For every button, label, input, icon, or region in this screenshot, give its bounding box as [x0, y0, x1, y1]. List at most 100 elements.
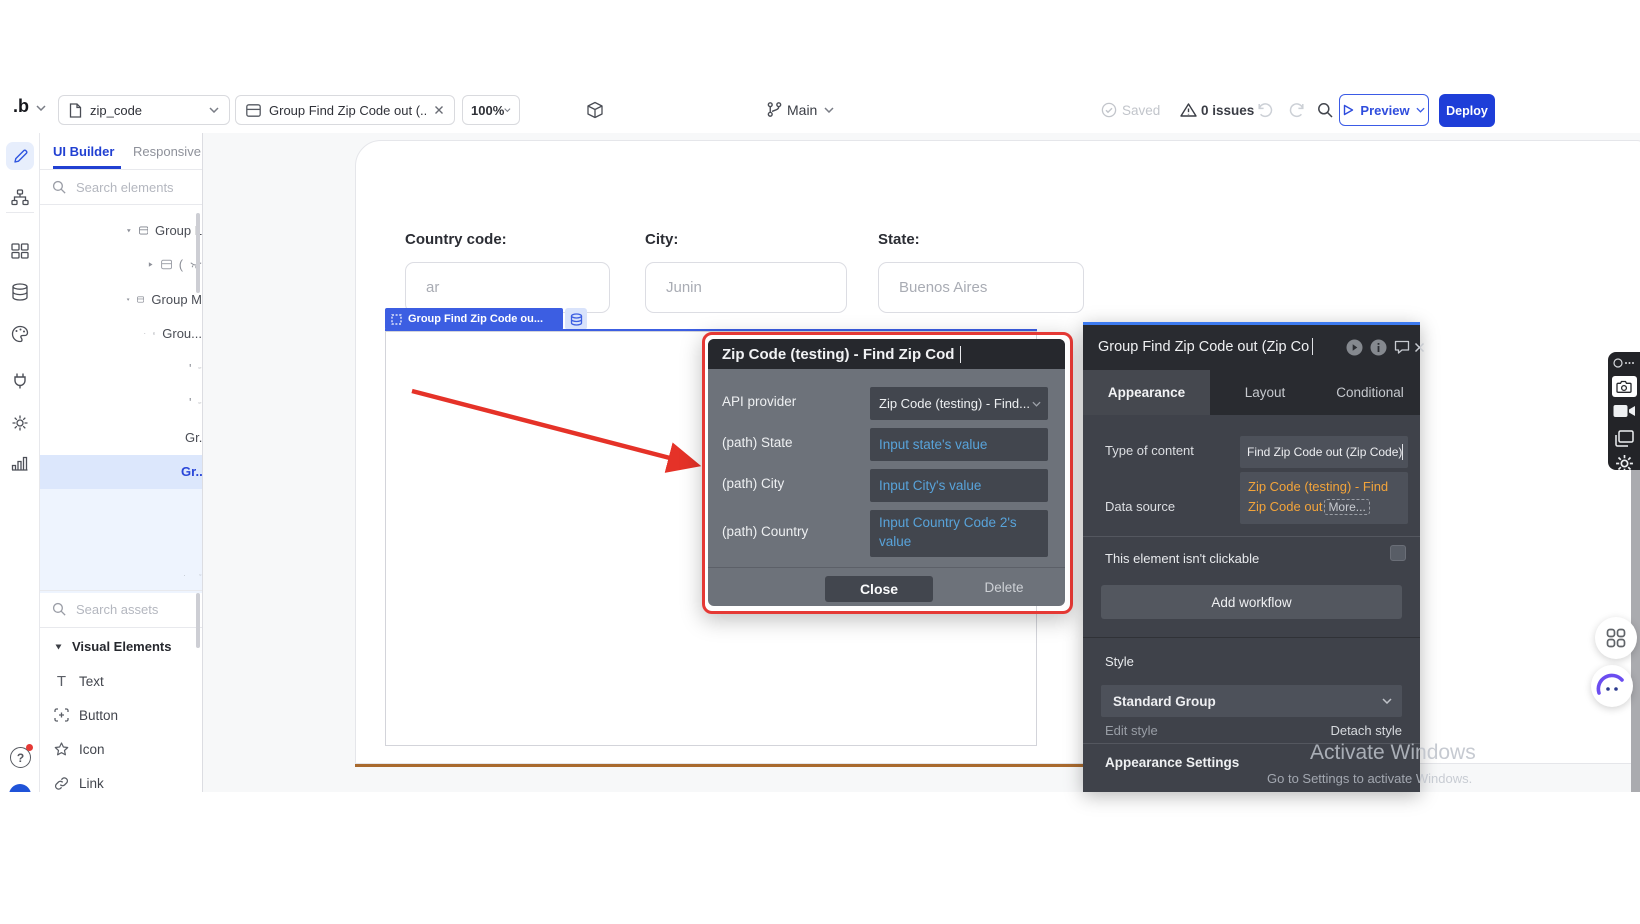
settings-gear-icon[interactable]	[11, 414, 29, 432]
left-panel: UI Builder Responsive Group L (	[40, 133, 203, 792]
caret-down-icon[interactable]	[126, 226, 132, 235]
branch-selector[interactable]: Main	[787, 102, 817, 118]
country-code-input[interactable]	[405, 262, 610, 313]
tree-item-hidden[interactable]: (	[40, 248, 202, 283]
issues-count[interactable]: 0 issues	[1201, 103, 1254, 118]
asset-item-link[interactable]: Link	[40, 766, 202, 792]
tree-scrollbar[interactable]	[196, 213, 200, 293]
tree-item-hidden[interactable]	[40, 558, 202, 593]
tool-settings-gear-icon[interactable]	[1615, 454, 1634, 470]
element-tab[interactable]: Group Find Zip Code out (...	[235, 95, 455, 125]
visual-elements-section[interactable]: Visual Elements	[40, 628, 202, 664]
asset-item-text[interactable]: T Text	[40, 664, 202, 698]
delete-button[interactable]: Delete	[970, 580, 1038, 595]
path-city-expression[interactable]: Input City's value	[870, 469, 1048, 502]
video-record-icon[interactable]	[1613, 404, 1636, 418]
type-of-content-dropdown[interactable]: Find Zip Code out (Zip Code)	[1240, 436, 1408, 468]
path-country-expression[interactable]: Input Country Code 2's value	[870, 510, 1048, 557]
tab-ui-builder[interactable]: UI Builder	[53, 144, 114, 159]
close-icon[interactable]	[1414, 342, 1425, 353]
active-tab-underline	[53, 166, 121, 169]
asset-item-icon[interactable]: Icon	[40, 732, 202, 766]
section-divider	[1083, 637, 1420, 638]
popup-titlebar[interactable]: Zip Code (testing) - Find Zip Cod	[708, 339, 1065, 369]
path-state-expression[interactable]: Input state's value	[870, 428, 1048, 461]
preview-label: Preview	[1360, 103, 1409, 118]
clickable-checkbox[interactable]	[1390, 545, 1406, 561]
chevron-down-icon[interactable]	[824, 107, 834, 113]
left-panel-tabs: UI Builder Responsive	[40, 133, 202, 170]
asset-label: Text	[79, 674, 104, 689]
camera-tool-selected[interactable]	[1612, 376, 1637, 397]
asset-item-button[interactable]: Button	[40, 698, 202, 732]
tree-item-row-group[interactable]: Gr...	[40, 420, 202, 455]
detach-style-link[interactable]: Detach style	[1330, 723, 1402, 738]
tree-item-hidden[interactable]	[40, 524, 203, 559]
data-source-badge[interactable]	[565, 308, 587, 330]
property-editor-header[interactable]: Group Find Zip Code out (Zip Co	[1083, 325, 1420, 370]
apps-grid-button[interactable]	[1595, 617, 1637, 659]
component-cube-icon[interactable]	[586, 101, 604, 119]
styles-palette-icon[interactable]	[11, 325, 29, 343]
more-chip[interactable]: More...	[1324, 499, 1369, 515]
tree-item-group[interactable]: Grou...	[40, 317, 202, 352]
tree-item-hidden[interactable]: '	[40, 386, 202, 421]
tab-responsive[interactable]: Responsive	[133, 144, 201, 159]
search-elements-input[interactable]	[74, 179, 188, 196]
chat-bubble-icon[interactable]	[9, 784, 31, 792]
tree-item-hidden[interactable]: '	[40, 351, 202, 386]
tool-menu-icon[interactable]	[1613, 358, 1635, 368]
preview-button[interactable]: Preview	[1339, 94, 1429, 126]
search-elements-box[interactable]	[40, 170, 202, 205]
close-icon[interactable]	[434, 105, 444, 115]
property-editor-tabs: Appearance Layout Conditional	[1083, 370, 1420, 415]
zoom-selector[interactable]: 100%	[462, 95, 520, 125]
data-source-expression[interactable]: Zip Code (testing) - Find Zip Code outMo…	[1240, 472, 1408, 524]
annotation-highlight-frame: Zip Code (testing) - Find Zip Cod API pr…	[702, 332, 1073, 614]
database-icon[interactable]	[11, 283, 29, 301]
assistant-button[interactable]	[1591, 665, 1633, 707]
logs-chart-icon[interactable]	[11, 455, 28, 471]
tab-layout[interactable]: Layout	[1210, 370, 1320, 415]
bubble-logo[interactable]: .b	[13, 96, 29, 117]
caret-right-icon[interactable]	[147, 260, 154, 269]
city-input[interactable]	[645, 262, 847, 313]
chevron-down-icon	[209, 107, 219, 113]
search-assets-input[interactable]	[74, 601, 188, 618]
page-selector[interactable]: zip_code	[58, 95, 230, 125]
search-assets-box[interactable]	[40, 590, 202, 628]
edit-style-link[interactable]: Edit style	[1105, 723, 1158, 738]
comment-icon[interactable]	[1394, 340, 1410, 355]
logo-chevron-icon[interactable]	[36, 105, 46, 111]
design-canvas[interactable]: Country code: City: State: Group Find Zi…	[203, 133, 1640, 792]
tab-appearance[interactable]: Appearance	[1083, 370, 1210, 415]
style-dropdown[interactable]: Standard Group	[1101, 685, 1402, 717]
api-provider-dropdown[interactable]: Zip Code (testing) - Find...	[870, 387, 1048, 420]
selected-element-badge[interactable]: Group Find Zip Code ou...	[385, 308, 563, 330]
search-icon[interactable]	[1317, 102, 1333, 118]
caret-down-icon[interactable]	[144, 329, 146, 338]
play-circle-icon[interactable]	[1346, 339, 1363, 356]
design-tab-active[interactable]	[6, 142, 34, 170]
deploy-button[interactable]: Deploy	[1439, 94, 1495, 127]
tree-item-label: Group L	[155, 223, 202, 238]
tab-conditional[interactable]: Conditional	[1320, 370, 1420, 415]
tree-item-group-l[interactable]: Group L	[40, 213, 202, 248]
tree-item-hidden[interactable]	[40, 489, 203, 524]
undo-icon[interactable]	[1256, 102, 1273, 118]
add-workflow-button[interactable]: Add workflow	[1101, 585, 1402, 619]
plugins-icon[interactable]	[11, 372, 29, 390]
windows-copies-icon[interactable]	[1614, 430, 1634, 448]
info-circle-icon[interactable]	[1370, 339, 1387, 356]
state-input[interactable]	[878, 262, 1084, 313]
caret-down-icon[interactable]	[126, 295, 130, 304]
group-icon	[161, 258, 172, 271]
workflow-icon[interactable]	[11, 189, 29, 206]
tree-item-group-m[interactable]: Group M	[40, 282, 202, 317]
pages-icon[interactable]	[11, 243, 29, 259]
redo-icon[interactable]	[1289, 102, 1306, 118]
api-provider-value: Zip Code (testing) - Find...	[870, 396, 1032, 411]
tree-item-selected-group[interactable]: Gr...	[40, 455, 202, 490]
close-button[interactable]: Close	[825, 576, 933, 602]
caret-right-icon[interactable]	[184, 571, 185, 580]
